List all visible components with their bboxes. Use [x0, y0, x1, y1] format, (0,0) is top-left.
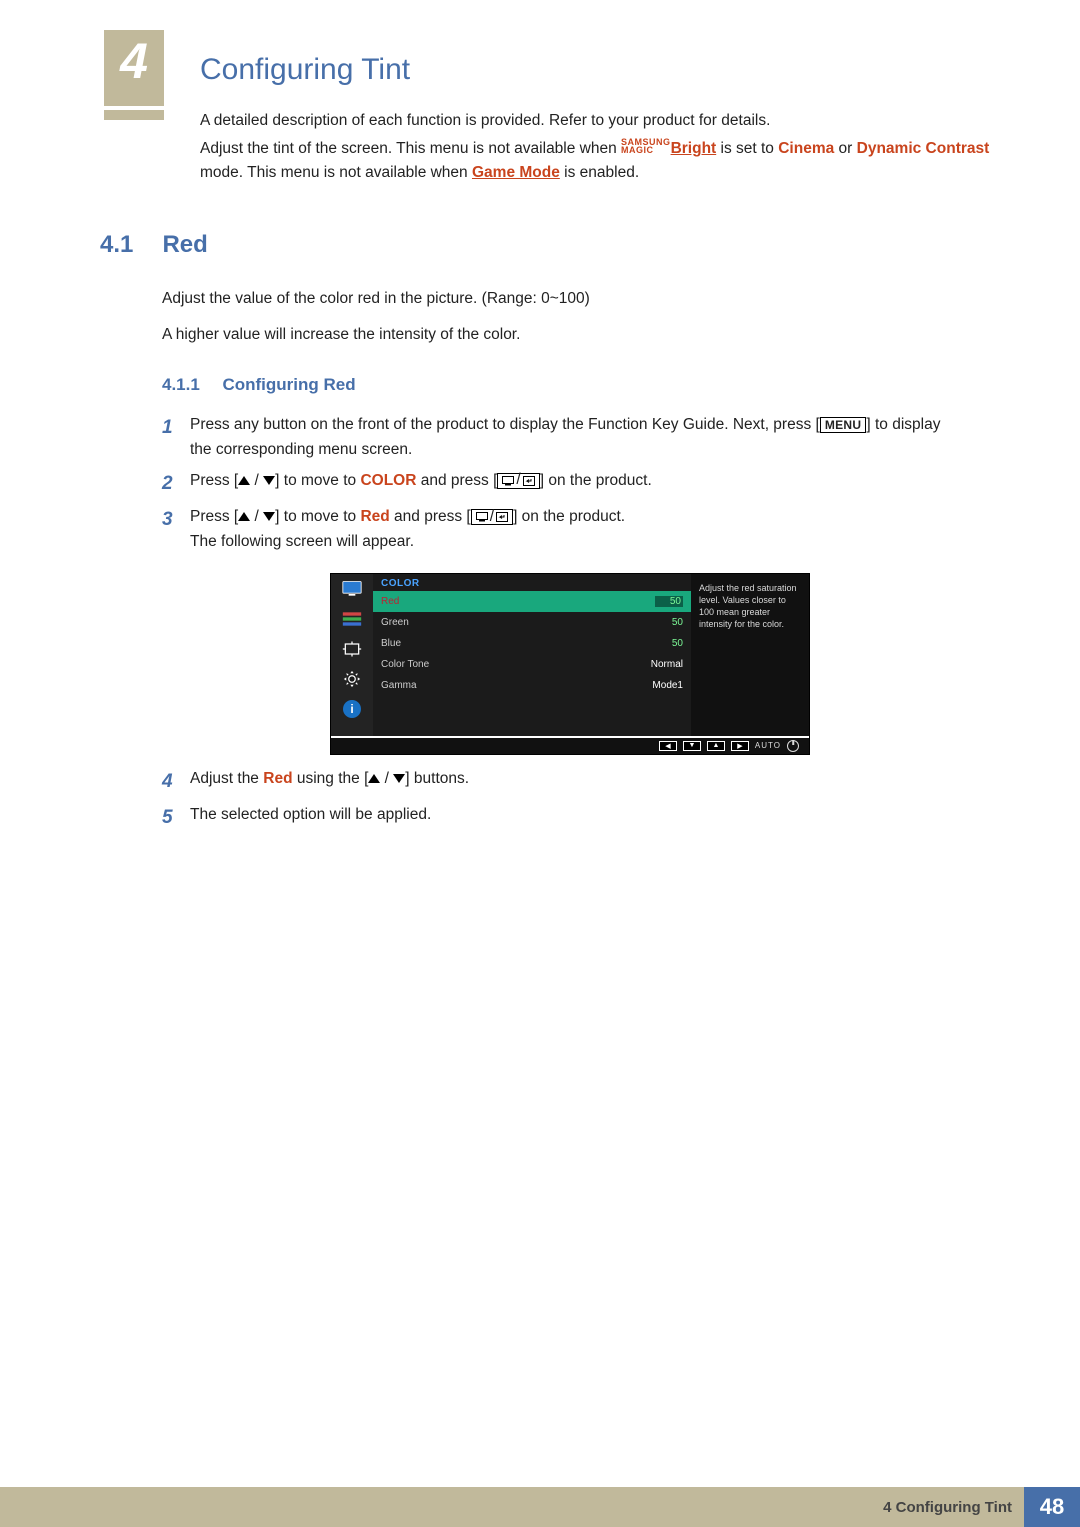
- step-number: 1: [162, 413, 190, 463]
- step-number: 2: [162, 469, 190, 499]
- step-number: 5: [162, 803, 190, 833]
- osd-label: Gamma: [381, 680, 451, 691]
- steps-list: 1 Press any button on the front of the p…: [162, 413, 952, 555]
- nav-up-icon[interactable]: ▲: [707, 741, 725, 751]
- menu-button-label: MENU: [820, 417, 867, 433]
- subsection-number: 4.1.1: [162, 375, 218, 395]
- intro-line2: Adjust the tint of the screen. This menu…: [200, 137, 1000, 185]
- osd-value: 50: [655, 596, 683, 607]
- page: 4 Configuring Tint A detailed descriptio…: [0, 0, 1080, 1527]
- nav-right-icon[interactable]: ▶: [731, 741, 749, 751]
- information-icon: i: [343, 700, 361, 718]
- step-4: 4 Adjust the Red using the [ / ] buttons…: [162, 767, 952, 797]
- subsection-heading: 4.1.1 Configuring Red: [162, 375, 1000, 395]
- osd-value: Mode1: [633, 680, 683, 691]
- up-arrow-icon: [368, 774, 380, 783]
- page-number: 48: [1024, 1487, 1080, 1527]
- osd-row-red[interactable]: Red 50: [373, 591, 691, 612]
- size-icon: [341, 640, 363, 658]
- power-icon[interactable]: [787, 740, 799, 752]
- game-mode-link[interactable]: Game Mode: [472, 164, 560, 181]
- nav-left-icon[interactable]: ◀: [659, 741, 677, 751]
- osd-category-icons: i: [331, 574, 373, 736]
- osd-content: COLOR Red 50 Green 50 Blue 50: [373, 574, 691, 736]
- osd-value: 50: [655, 638, 683, 649]
- osd-header: COLOR: [373, 574, 691, 591]
- osd-nav-footer: ◀ ▼ ▲ ▶ AUTO: [331, 736, 809, 754]
- red-term: Red: [263, 770, 292, 787]
- osd-label: Color Tone: [381, 659, 451, 670]
- cinema-term: Cinema: [778, 140, 834, 157]
- source-enter-icon: /: [471, 509, 513, 525]
- chapter-title: Configuring Tint: [200, 53, 1000, 87]
- intro-paragraph: A detailed description of each function …: [200, 109, 1000, 185]
- body-p1: Adjust the value of the color red in the…: [162, 287, 942, 311]
- osd-row-colortone[interactable]: Color Tone Normal: [373, 654, 691, 675]
- osd-row-gamma[interactable]: Gamma Mode1: [373, 675, 691, 696]
- osd-window: i COLOR Red 50 Green 50 Blue: [330, 573, 810, 755]
- subsection-title: Configuring Red: [222, 375, 355, 394]
- step-1: 1 Press any button on the front of the p…: [162, 413, 952, 463]
- osd-label: Blue: [381, 638, 451, 649]
- source-enter-icon: /: [497, 473, 539, 489]
- step-3: 3 Press [ / ] to move to Red and press […: [162, 505, 952, 555]
- color-icon: [341, 610, 363, 628]
- color-term: COLOR: [360, 472, 416, 489]
- osd-row-blue[interactable]: Blue 50: [373, 633, 691, 654]
- down-arrow-icon: [393, 774, 405, 783]
- osd-help-panel: Adjust the red saturation level. Values …: [691, 574, 809, 736]
- auto-label: AUTO: [755, 741, 781, 750]
- picture-icon: [341, 580, 363, 598]
- osd-screenshot: i COLOR Red 50 Green 50 Blue: [330, 573, 1000, 755]
- section-number: 4.1: [100, 231, 158, 259]
- page-footer: 4 Configuring Tint 48: [0, 1487, 1080, 1527]
- up-arrow-icon: [238, 476, 250, 485]
- step-number: 4: [162, 767, 190, 797]
- osd-label: Red: [381, 596, 451, 607]
- nav-down-icon[interactable]: ▼: [683, 741, 701, 751]
- section-title: Red: [162, 231, 207, 258]
- down-arrow-icon: [263, 476, 275, 485]
- section-body: Adjust the value of the color red in the…: [162, 287, 942, 347]
- bright-link[interactable]: Bright: [671, 140, 717, 157]
- osd-value: Normal: [633, 659, 683, 670]
- section-heading: 4.1 Red: [100, 231, 1000, 259]
- intro-line1: A detailed description of each function …: [200, 109, 1000, 133]
- osd-label: Green: [381, 617, 451, 628]
- step-number: 3: [162, 505, 190, 555]
- step-5: 5 The selected option will be applied.: [162, 803, 952, 833]
- up-arrow-icon: [238, 512, 250, 521]
- body-p2: A higher value will increase the intensi…: [162, 323, 942, 347]
- red-term: Red: [360, 508, 389, 525]
- settings-icon: [341, 670, 363, 688]
- step-2: 2 Press [ / ] to move to COLOR and press…: [162, 469, 952, 499]
- dynamic-contrast-term: Dynamic Contrast: [857, 140, 990, 157]
- steps-list-cont: 4 Adjust the Red using the [ / ] buttons…: [162, 767, 952, 834]
- chapter-number-tab: 4: [104, 30, 164, 110]
- samsung-magic-logo: SAMSUNGMAGIC: [621, 138, 671, 154]
- down-arrow-icon: [263, 512, 275, 521]
- osd-value: 50: [655, 617, 683, 628]
- footer-chapter-title: 4 Configuring Tint: [883, 1499, 1024, 1516]
- osd-row-green[interactable]: Green 50: [373, 612, 691, 633]
